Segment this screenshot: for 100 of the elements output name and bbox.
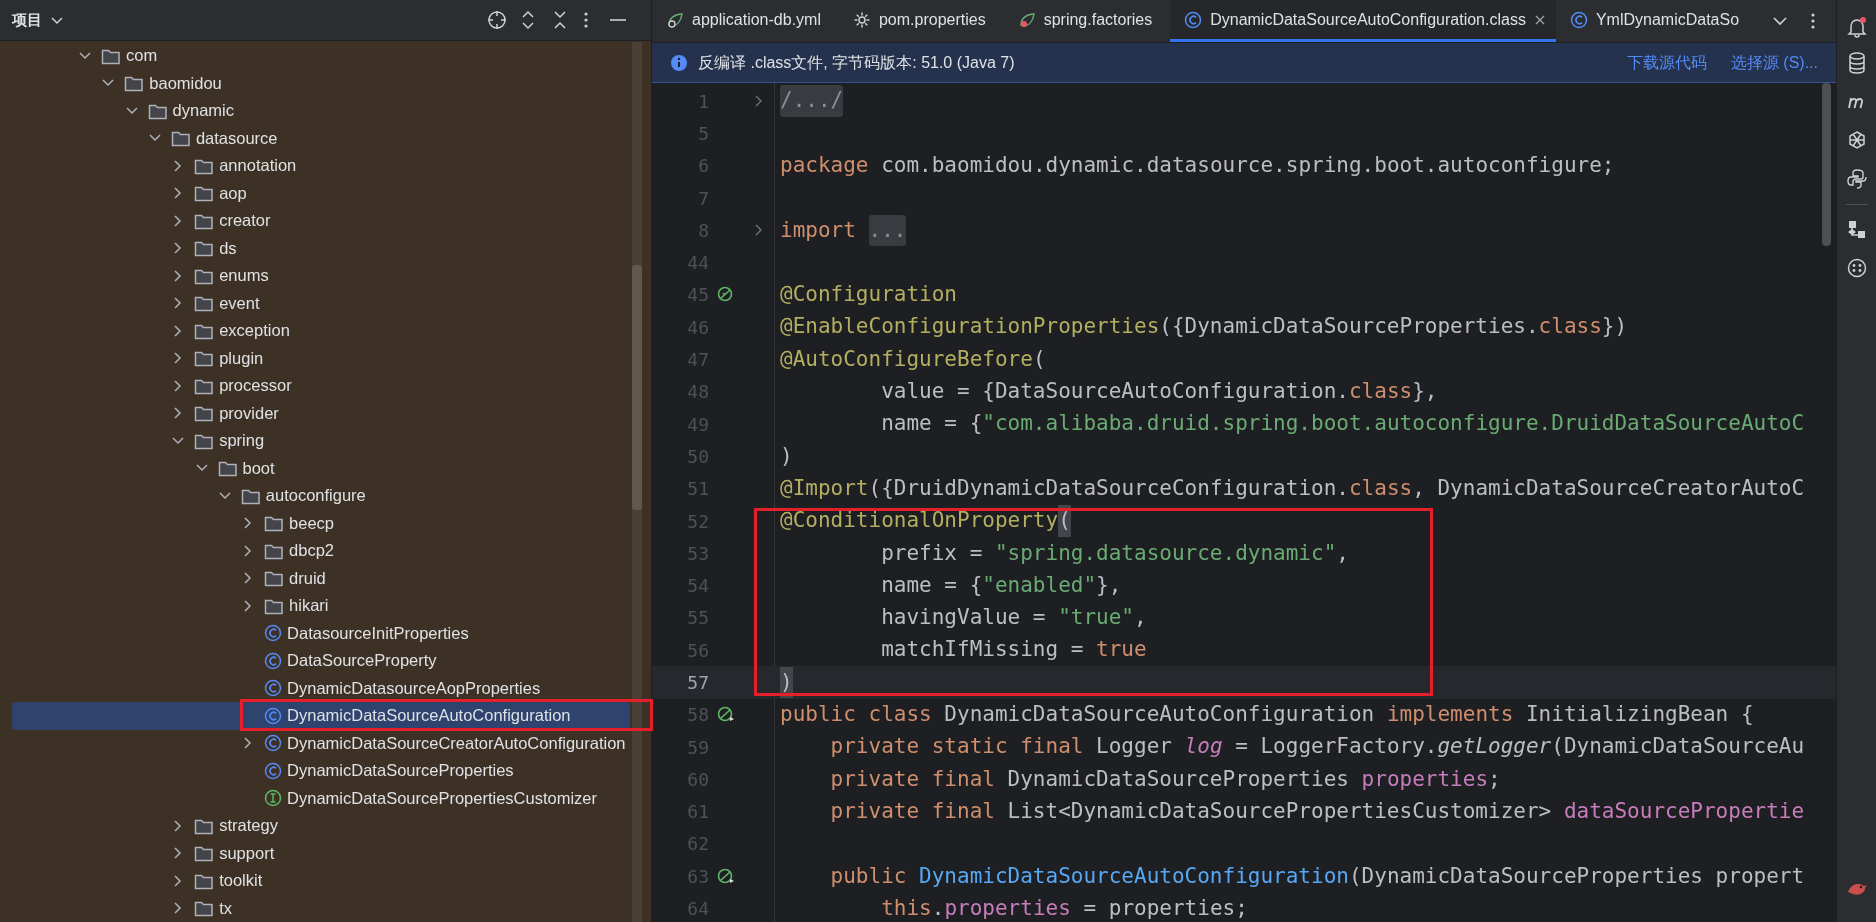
folder-icon (194, 404, 215, 423)
tree-item[interactable]: DynamicDataSourceProperties (12, 757, 630, 785)
database-icon[interactable] (1846, 52, 1867, 74)
editor-tab[interactable]: DynamicDataSourceAutoConfiguration.class (1170, 0, 1556, 42)
class-icon (1569, 10, 1588, 29)
code-line: private final List<DynamicDataSourcePropertiesCustomizer> dataSourcePropertie (829, 797, 1805, 825)
tree-item[interactable]: com (12, 42, 630, 70)
chevron-down-icon[interactable] (1772, 16, 1788, 26)
tree-item[interactable]: boot (12, 454, 630, 482)
code-line: @ConditionalOnProperty( (774, 505, 1071, 537)
code-line: @Import({DruidDynamicDataSourceConfiguration.class, DynamicDataSourceCreatorAutoC (779, 474, 1805, 502)
notification-bell-icon[interactable] (1845, 16, 1868, 38)
scrollbar-thumb[interactable] (632, 265, 642, 510)
tree-item[interactable]: DataSourceProperty (12, 647, 630, 675)
code-line: private static final Logger log = LoggerFactory.getLogger(DynamicDataSourceAu (829, 733, 1805, 761)
notice-link[interactable]: 下载源代码 (1626, 50, 1707, 75)
tree-item[interactable]: DynamicDataSourcePropertiesCustomizer (12, 784, 630, 812)
class-icon (264, 734, 283, 753)
editor-tab[interactable]: application-db.yml (652, 0, 839, 42)
tree-item[interactable]: ds (12, 234, 630, 262)
settings-icon (852, 10, 871, 29)
tree-item[interactable]: baomidou (12, 69, 630, 97)
tree-item[interactable]: annotation (12, 152, 630, 180)
class-icon (264, 706, 283, 725)
code-line: import ... (774, 214, 907, 247)
tree-item[interactable]: DatasourceInitProperties (12, 619, 630, 647)
code-line: public DynamicDataSourceAutoConfiguration(DynamicDataSourceProperties propert (829, 862, 1805, 890)
tree-item[interactable]: druid (12, 564, 630, 592)
editor-tab[interactable]: YmlDynamicDataSo (1555, 0, 1754, 42)
tree-item[interactable]: strategy (12, 812, 630, 840)
tree-item[interactable]: dbcp2 (12, 537, 630, 565)
tree-item[interactable]: DynamicDatasourceAopProperties (12, 674, 630, 702)
code-line: ) (779, 442, 793, 470)
class-icon (264, 679, 283, 698)
code-line: public class DynamicDataSourceAutoConfiguration implements InitializingBean { (779, 701, 1754, 729)
tree-item[interactable]: toolkit (12, 867, 630, 895)
tree-item[interactable]: provider (12, 399, 630, 427)
folder-icon (194, 294, 215, 313)
panel-title-dropdown[interactable]: 项目 (12, 8, 64, 32)
tree-item[interactable]: hikari (12, 592, 630, 620)
tree-item[interactable]: spring (12, 427, 630, 455)
code-line: matchIfMissing = true (880, 636, 1147, 664)
expand-all-icon[interactable] (519, 10, 537, 30)
tree-item[interactable]: plugin (12, 344, 630, 372)
tree-item[interactable]: processor (12, 372, 630, 400)
code-line: havingValue = "true", (880, 604, 1147, 632)
class-icon (264, 761, 283, 780)
bean-icon[interactable] (717, 706, 735, 724)
notice-link[interactable]: 选择源 (S)... (1730, 50, 1818, 75)
code-line: @AutoConfigureBefore( (779, 345, 1046, 373)
editor-tab[interactable]: spring.factories (1003, 0, 1171, 42)
collapse-all-icon[interactable] (551, 10, 569, 30)
tree-item[interactable]: creator (12, 207, 630, 235)
folder-icon (170, 129, 191, 148)
tree-item[interactable]: exception (12, 317, 630, 345)
tree-item[interactable]: enums (12, 262, 630, 290)
more-options-icon[interactable] (583, 11, 589, 29)
editor-tab[interactable]: pom.properties (838, 0, 1004, 42)
bean-icon[interactable] (717, 286, 735, 304)
minimize-icon[interactable] (609, 18, 627, 22)
locate-icon[interactable] (487, 10, 507, 30)
fold-icon[interactable] (753, 223, 764, 238)
info-icon (670, 53, 688, 72)
tree-item[interactable]: aop (12, 179, 630, 207)
plugin-icon[interactable] (1845, 257, 1868, 279)
code-line: @EnableConfigurationProperties({DynamicDataSourceProperties.class}) (779, 313, 1628, 341)
tree-item[interactable]: event (12, 289, 630, 317)
class-icon (264, 624, 283, 643)
leaf-icon (666, 10, 684, 29)
tree-item[interactable]: beecp (12, 509, 630, 537)
chevron-down-icon (50, 15, 64, 25)
bean-icon[interactable] (717, 867, 735, 885)
code-line: prefix = "spring.datasource.dynamic", (880, 539, 1349, 567)
tree-item[interactable]: DynamicDataSourceAutoConfiguration (12, 702, 630, 730)
scrollbar-thumb[interactable] (1822, 83, 1831, 246)
class-icon (264, 651, 283, 670)
folder-icon (194, 844, 215, 863)
code-line: private final DynamicDataSourceProperties properties; (829, 765, 1501, 793)
leaf-icon (1017, 10, 1036, 29)
code-line: name = {"enabled"}, (880, 571, 1122, 599)
tree-item[interactable]: autoconfigure (12, 482, 630, 510)
tree-item[interactable]: DynamicDataSourceCreatorAutoConfiguration (12, 729, 630, 757)
fold-icon[interactable] (753, 94, 764, 109)
tree-item[interactable]: support (12, 839, 630, 867)
code-line: name = {"com.alibaba.druid.spring.boot.autoconfigure.DruidDataSourceAutoC (880, 410, 1805, 438)
folder-icon (194, 184, 215, 203)
more-options-icon[interactable] (1810, 12, 1816, 30)
line-number: 57 (686, 671, 709, 695)
code-line: value = {DataSourceAutoConfiguration.class}, (880, 378, 1438, 406)
close-icon[interactable] (1533, 13, 1546, 26)
folder-icon (194, 349, 215, 368)
tree-item[interactable]: dynamic (12, 97, 630, 125)
folder-icon (264, 514, 285, 533)
folder-icon (194, 899, 215, 918)
folder-icon (194, 239, 215, 258)
tree-item[interactable]: tx (12, 894, 630, 922)
code-line: this.properties = properties; (880, 894, 1248, 922)
tree-item[interactable]: datasource (12, 124, 630, 152)
notice-text: 反编译 .class文件, 字节码版本: 51.0 (Java 7) (698, 52, 1015, 73)
folder-icon (217, 459, 238, 478)
